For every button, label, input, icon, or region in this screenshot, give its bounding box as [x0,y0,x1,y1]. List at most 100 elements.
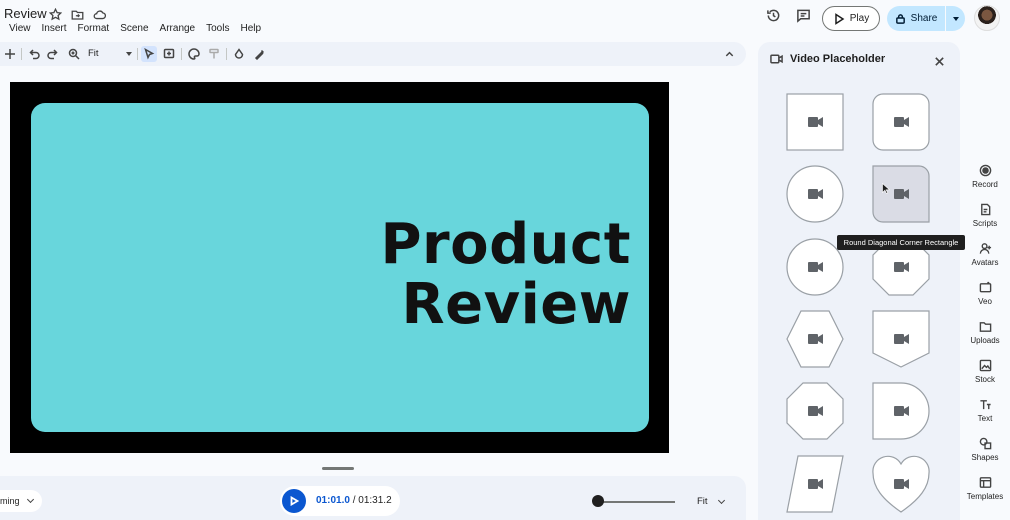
shape-hexagon[interactable] [786,310,844,368]
play-icon [835,12,845,25]
avatars-icon [979,243,991,254]
redo-icon[interactable] [45,46,61,62]
playback-controls: 01:01.0 / 01:31.2 [280,486,400,516]
toolbar-divider [226,48,227,60]
collapse-toolbar-icon[interactable] [724,47,736,59]
shape-heart[interactable] [872,455,930,513]
move-to-folder-icon[interactable] [70,7,84,21]
slide-title-line-1: Product [380,212,631,277]
share-button[interactable]: Share [887,6,945,31]
chevron-down-icon[interactable] [717,496,726,505]
star-icon[interactable] [48,7,62,21]
rail-scripts[interactable]: Scripts [962,203,1008,228]
playback-bar: ming 01:01.0 / 01:31.2 Fit [0,476,746,520]
border-color-icon[interactable] [252,46,268,62]
add-comment-icon[interactable] [161,46,177,62]
share-button-label: Share [910,13,938,24]
shapes-icon [979,437,991,450]
close-icon[interactable] [934,54,946,66]
zoom-select-value: Fit [88,48,99,59]
shape-circle[interactable] [786,165,844,223]
chevron-down-icon [26,495,34,504]
menu-format[interactable]: Format [78,23,110,34]
timeline-resize-handle[interactable] [322,467,354,470]
rail-veo[interactable]: Veo [962,281,1008,306]
menu-arrange[interactable]: Arrange [160,23,196,34]
rail-veo-label: Veo [978,297,992,306]
total-time: 01:31.2 [358,495,392,506]
rail-stock[interactable]: Stock [962,359,1008,384]
document-title[interactable]: Review [4,6,47,21]
scripts-icon [980,203,990,216]
lock-icon [895,14,905,24]
record-icon [979,164,991,177]
folder-icon [979,322,991,332]
play-pause-button[interactable] [282,489,306,513]
paint-format-icon[interactable] [206,46,222,62]
timeline-zoom-knob[interactable] [592,495,604,507]
rail-uploads[interactable]: Uploads [962,320,1008,345]
menu-view[interactable]: View [9,23,31,34]
slide-title[interactable]: Product Review [380,215,631,335]
shape-rounded-rectangle[interactable] [872,93,930,151]
text-icon [979,400,991,410]
rail-record-label: Record [972,180,998,189]
rail-shapes[interactable]: Shapes [962,437,1008,462]
play-button-label: Play [849,13,870,24]
veo-icon [979,281,991,293]
menu-help[interactable]: Help [240,23,261,34]
toolbar-divider [181,48,182,60]
rail-stock-label: Stock [974,375,995,384]
menu-scene[interactable]: Scene [120,23,148,34]
toolbar-divider [137,48,138,60]
templates-icon [979,477,991,488]
shape-rectangle[interactable] [786,93,844,151]
zoom-icon[interactable] [66,46,82,62]
comments-icon[interactable] [794,6,812,24]
shape-round-diagonal-corner-rectangle[interactable] [872,165,930,223]
menu-bar: View Insert Format Scene Arrange Tools H… [9,23,261,34]
rail-templates-label: Templates [966,492,1004,501]
rail-record[interactable]: Record [962,164,1008,189]
shape-circle-2[interactable] [786,238,844,296]
version-history-icon[interactable] [764,6,782,24]
panel-header: Video Placeholder [770,53,885,65]
rail-avatars[interactable]: Avatars [962,242,1008,267]
rail-templates[interactable]: Templates [962,476,1008,501]
shape-pentagon-banner[interactable] [872,310,930,368]
mouse-cursor-icon [882,183,890,194]
shape-tooltip: Round Diagonal Corner Rectangle [837,235,965,250]
rail-uploads-label: Uploads [970,336,1000,345]
user-avatar[interactable] [974,5,1000,31]
toolbar-divider [21,48,22,60]
rail-scripts-label: Scripts [972,219,998,228]
video-camera-icon [770,54,783,64]
undo-icon[interactable] [26,46,42,62]
shape-octagon[interactable] [786,382,844,440]
add-icon[interactable] [2,46,18,62]
toolbar: Fit [0,42,746,66]
palette-icon[interactable] [186,46,202,62]
timing-select[interactable]: ming [0,490,42,512]
rail-text[interactable]: Text [962,398,1008,423]
slide-title-line-2: Review [401,272,631,337]
timeline-zoom-label[interactable]: Fit [697,496,708,507]
scene-canvas[interactable]: Product Review [10,82,669,453]
play-icon [290,496,299,506]
current-time: 01:01.0 [316,495,350,506]
play-button[interactable]: Play [822,6,880,31]
cloud-status-icon[interactable] [92,7,106,21]
menu-tools[interactable]: Tools [206,23,229,34]
shape-d-shape[interactable] [872,382,930,440]
fill-color-icon[interactable] [231,46,247,62]
select-cursor-icon[interactable] [141,46,157,62]
panel-title: Video Placeholder [790,53,886,65]
share-options-dropdown[interactable] [946,6,965,31]
zoom-select[interactable]: Fit [88,47,132,61]
timeline-zoom-track[interactable] [593,501,675,503]
rail-avatars-label: Avatars [971,258,999,267]
shape-parallelogram[interactable] [786,455,844,513]
timing-select-label: ming [0,496,20,506]
menu-insert[interactable]: Insert [42,23,67,34]
slide-background[interactable]: Product Review [31,103,649,432]
